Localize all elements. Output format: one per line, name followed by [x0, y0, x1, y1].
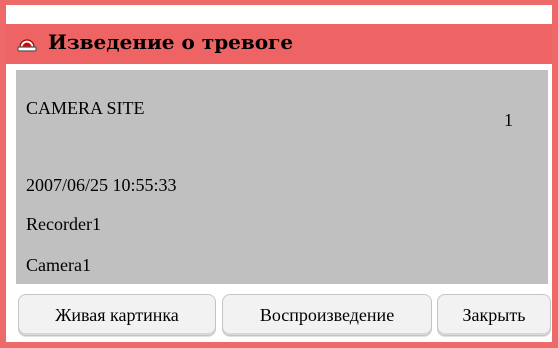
- camera-site-label: CAMERA SITE: [26, 98, 145, 118]
- live-view-button[interactable]: Живая картинка: [18, 294, 216, 336]
- camera-name: Camera1: [26, 255, 91, 275]
- event-timestamp: 2007/06/25 10:55:33: [26, 175, 177, 195]
- close-button[interactable]: Закрыть: [437, 294, 551, 336]
- event-count: 1: [504, 110, 513, 130]
- recorder-name: Recorder1: [26, 214, 101, 234]
- playback-button[interactable]: Воспроизведение: [222, 294, 432, 336]
- alarm-siren-icon: [17, 39, 37, 52]
- dialog-title: Изведение о тревоге: [48, 30, 294, 54]
